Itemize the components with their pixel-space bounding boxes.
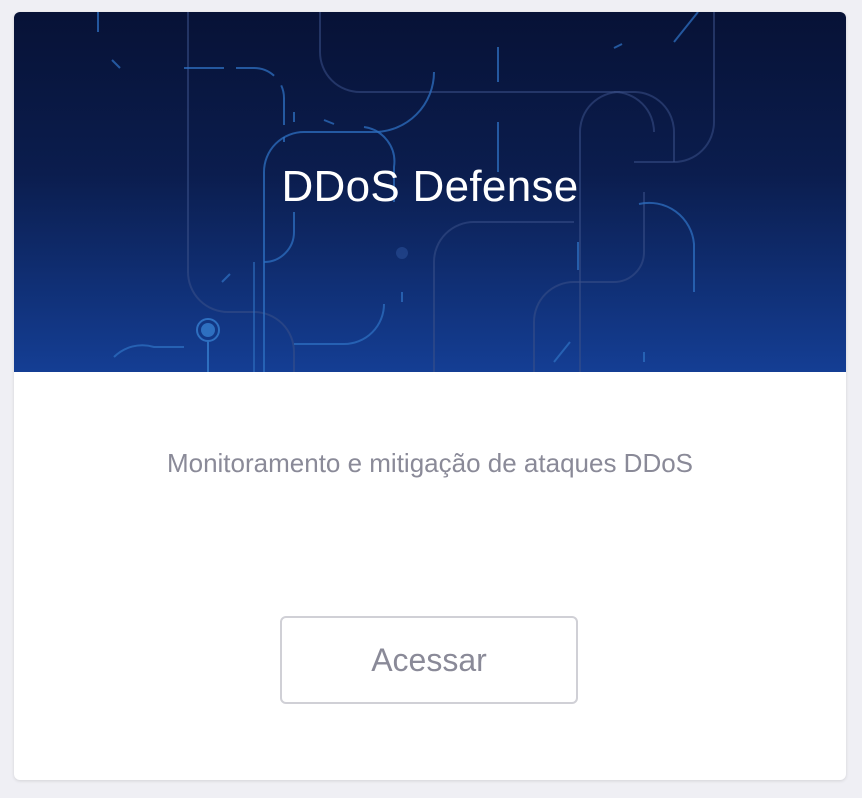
card-hero-banner: DDoS Defense [14, 12, 846, 372]
card-description: Monitoramento e mitigação de ataques DDo… [166, 448, 694, 478]
access-button[interactable]: Acessar [280, 616, 578, 704]
service-card: DDoS Defense Monitoramento e mitigação d… [14, 12, 846, 780]
card-title: DDoS Defense [281, 162, 579, 211]
